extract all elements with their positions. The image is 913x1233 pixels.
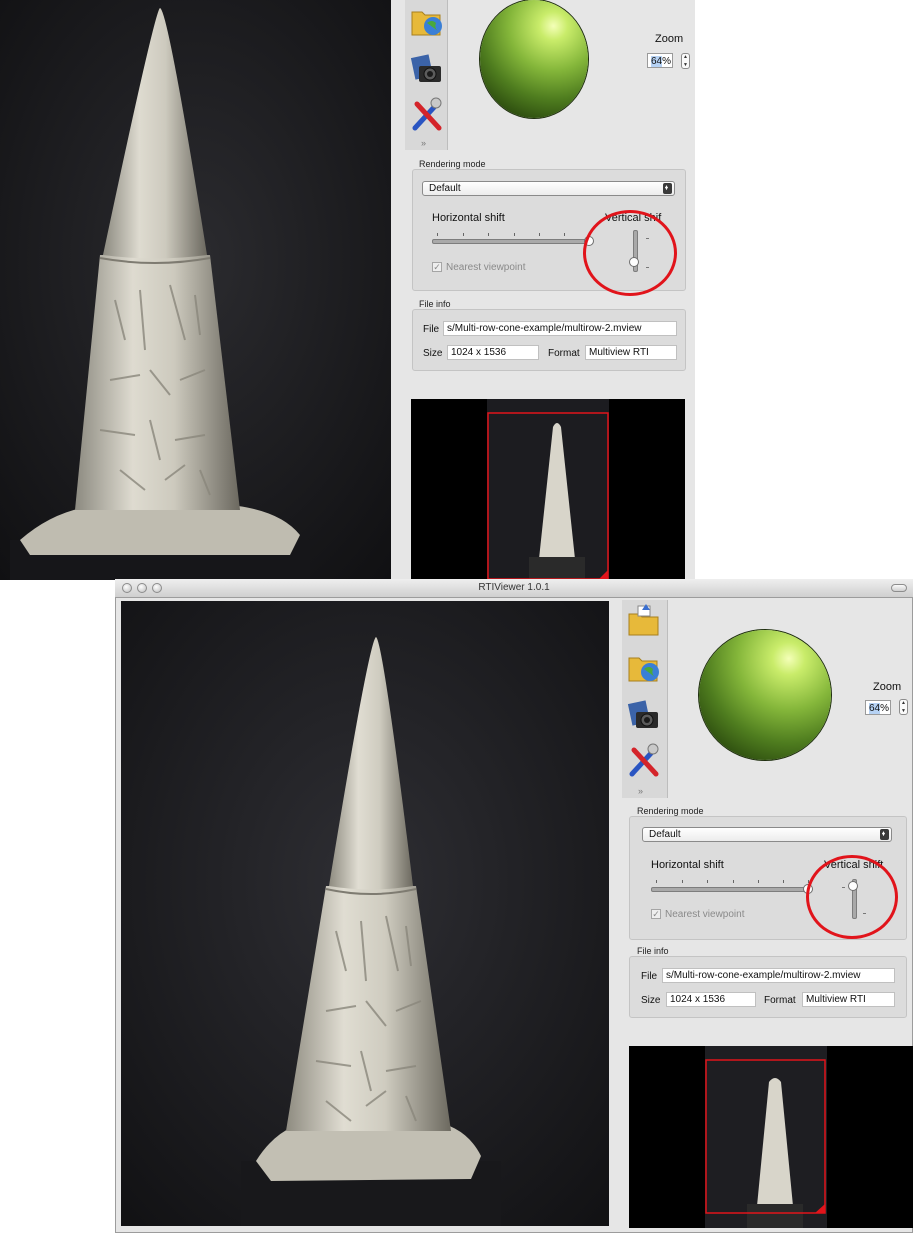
highlight-circle-annotation [583, 210, 677, 296]
format-label: Format [764, 995, 796, 1006]
nearest-viewpoint-label: Nearest viewpoint [446, 262, 526, 273]
zoom-label: Zoom [655, 33, 684, 45]
zoom-value: 64 [651, 56, 663, 67]
zoom-input[interactable]: 64% [865, 700, 891, 715]
file-path-field[interactable]: s/Multi-row-cone-example/multirow-2.mvie… [443, 321, 677, 336]
zoom-input[interactable]: 64% [647, 53, 673, 68]
chevron-double-down-icon[interactable]: » [638, 786, 643, 796]
zoom-suffix: % [880, 703, 890, 714]
select-arrows-icon [663, 181, 672, 196]
side-panel: » Zoom 64% Rendering mode Default Horizo… [611, 600, 913, 1232]
side-panel-top: » Zoom 64% Rendering mode Default Horizo… [391, 0, 695, 580]
navigator-minimap[interactable] [629, 1046, 913, 1228]
format-field[interactable]: Multiview RTI [585, 345, 677, 360]
size-label: Size [641, 995, 661, 1006]
select-arrows-icon [880, 827, 889, 842]
open-web-folder-icon[interactable] [626, 648, 662, 686]
rendering-mode-group-label: Rendering mode [419, 159, 486, 169]
snapshot-camera-icon[interactable] [626, 696, 662, 734]
zoom-suffix: % [662, 56, 672, 67]
cone-photo [0, 0, 391, 580]
light-direction-sphere[interactable] [699, 630, 831, 760]
horizontal-shift-slider[interactable] [651, 887, 811, 892]
window-title: RTIViewer 1.0.1 [478, 582, 550, 593]
horizontal-shift-label: Horizontal shift [432, 212, 505, 224]
navigator-minimap-top[interactable] [411, 399, 685, 580]
minimap-thumbnail [487, 399, 609, 580]
chevron-double-down-icon[interactable]: » [421, 138, 426, 148]
open-web-folder-icon[interactable] [409, 2, 445, 40]
rendering-mode-group-label: Rendering mode [637, 806, 704, 816]
zoom-stepper[interactable] [899, 699, 908, 715]
rendering-mode-select[interactable]: Default [422, 181, 675, 196]
window-titlebar[interactable]: RTIViewer 1.0.1 [115, 579, 913, 598]
file-info-group: File s/Multi-row-cone-example/multirow-2… [629, 956, 907, 1018]
toolbar-top: » [405, 0, 448, 150]
file-info-group-label: File info [419, 299, 451, 309]
nearest-viewpoint-checkbox[interactable]: ✓ [432, 262, 442, 272]
horizontal-shift-label: Horizontal shift [651, 859, 724, 871]
file-info-group: File s/Multi-row-cone-example/multirow-2… [412, 309, 686, 371]
nearest-viewpoint-label: Nearest viewpoint [665, 909, 745, 920]
file-info-group-label: File info [637, 946, 669, 956]
rendering-mode-value: Default [649, 829, 681, 840]
file-label: File [641, 971, 658, 982]
horizontal-shift-slider[interactable] [432, 239, 592, 244]
snapshot-camera-icon[interactable] [409, 50, 445, 88]
toolbar: » [622, 600, 668, 798]
rendering-mode-select[interactable]: Default [642, 827, 892, 842]
zoom-stepper[interactable] [681, 53, 690, 69]
file-label: File [423, 324, 440, 335]
highlight-circle-annotation [806, 855, 898, 939]
size-label: Size [423, 348, 443, 359]
light-direction-sphere-top[interactable] [480, 0, 588, 118]
rendered-image-viewport-top[interactable] [0, 0, 391, 580]
format-field[interactable]: Multiview RTI [802, 992, 895, 1007]
size-field[interactable]: 1024 x 1536 [666, 992, 756, 1007]
settings-tools-icon[interactable] [409, 96, 445, 134]
toolbar-toggle-button[interactable] [891, 584, 907, 592]
cone-photo [121, 601, 609, 1226]
settings-tools-icon[interactable] [626, 742, 662, 780]
rendering-mode-value: Default [429, 183, 461, 194]
size-field[interactable]: 1024 x 1536 [447, 345, 539, 360]
zoom-value: 64 [869, 703, 881, 714]
nearest-viewpoint-checkbox[interactable]: ✓ [651, 909, 661, 919]
file-path-field[interactable]: s/Multi-row-cone-example/multirow-2.mvie… [662, 968, 895, 983]
minimap-thumbnail [705, 1046, 827, 1228]
zoom-label: Zoom [873, 681, 902, 693]
rendered-image-viewport[interactable] [121, 601, 609, 1226]
open-folder-icon[interactable] [626, 602, 662, 640]
format-label: Format [548, 348, 580, 359]
